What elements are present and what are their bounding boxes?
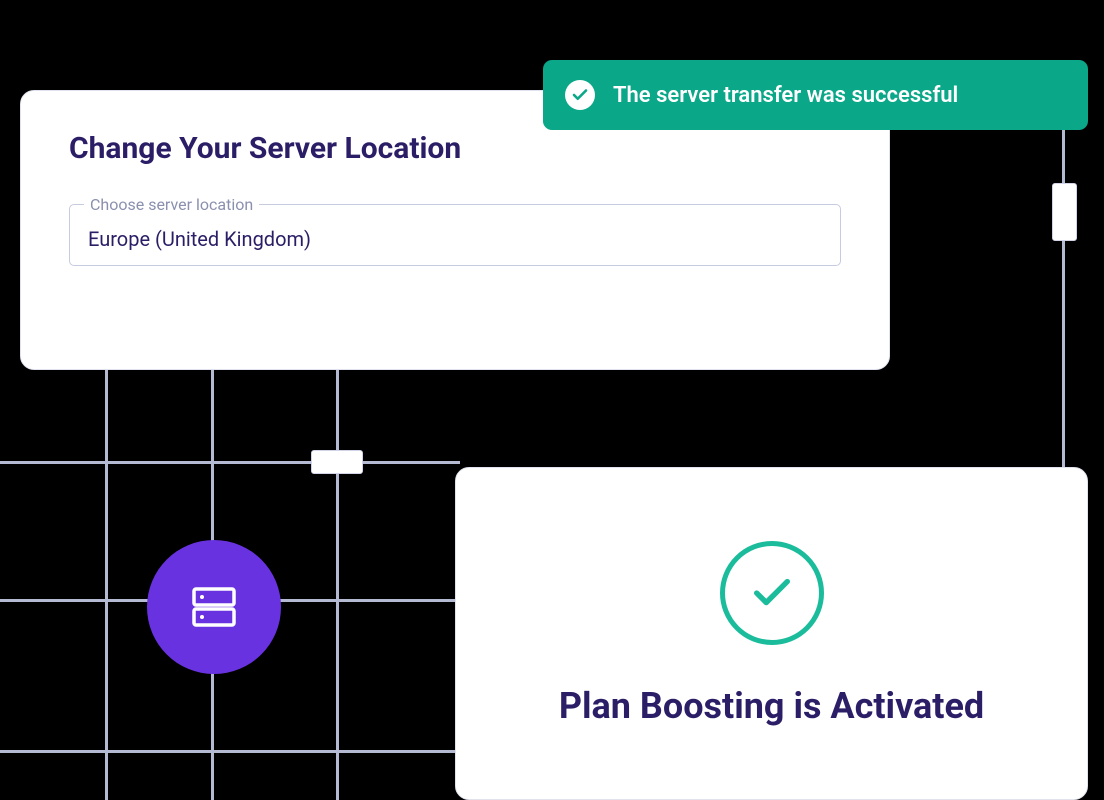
grid-line	[0, 461, 460, 464]
select-label: Choose server location	[84, 195, 259, 214]
chip-decoration	[1052, 183, 1077, 241]
server-location-card: Change Your Server Location Choose serve…	[20, 90, 890, 370]
grid-line	[211, 672, 214, 800]
toast-message: The server transfer was successful	[613, 83, 958, 108]
chip-decoration	[311, 450, 363, 474]
server-card-title: Change Your Server Location	[69, 131, 841, 166]
grid-line	[105, 369, 108, 800]
grid-line	[211, 369, 214, 542]
grid-line	[0, 750, 458, 753]
grid-line	[336, 369, 339, 800]
server-location-select[interactable]: Choose server location Europe (United Ki…	[69, 204, 841, 266]
success-toast: The server transfer was successful	[543, 60, 1088, 130]
plan-card-title: Plan Boosting is Activated	[559, 685, 984, 727]
server-icon	[182, 575, 246, 639]
select-value: Europe (United Kingdom)	[88, 227, 822, 251]
plan-boosting-card: Plan Boosting is Activated	[455, 467, 1088, 800]
grid-line	[0, 599, 150, 602]
check-circle-icon	[565, 80, 595, 110]
grid-line	[280, 599, 458, 602]
grid-line	[1062, 128, 1065, 470]
check-circle-outline-icon	[720, 541, 824, 645]
server-icon-badge	[147, 540, 281, 674]
